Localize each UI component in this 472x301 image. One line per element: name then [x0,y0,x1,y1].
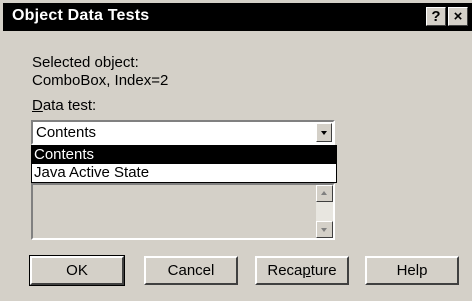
scroll-down-icon [321,228,327,232]
data-test-mnemonic: D [32,97,43,114]
object-data-tests-dialog: Object Data Tests ? × Selected object: C… [0,0,472,301]
cancel-button[interactable]: Cancel [144,256,238,285]
data-test-dropdown-list[interactable]: Contents Java Active State [31,145,337,183]
help-title-button[interactable]: ? [426,7,446,26]
recapture-mnemonic: p [302,262,311,279]
dropdown-option-contents[interactable]: Contents [32,146,336,164]
selected-object-label: Selected object: [32,54,139,71]
window-title: Object Data Tests [12,7,150,24]
dropdown-option-java-active-state[interactable]: Java Active State [32,164,336,182]
data-test-label-rest: ata test: [42,97,97,114]
scroll-down-button[interactable] [316,221,333,238]
data-test-selected-value: Contents [36,124,97,141]
dropdown-arrow-button[interactable] [316,123,332,142]
recapture-button[interactable]: Recapture [255,256,349,285]
close-title-button[interactable]: × [448,7,468,26]
data-test-label: Data test: [32,97,96,114]
close-icon: × [453,8,463,25]
results-list[interactable] [31,183,335,240]
selected-object-value: ComboBox, Index=2 [32,72,169,89]
results-scrollbar[interactable] [316,185,333,238]
recapture-label-b: ture [310,262,337,279]
recapture-label-a: Reca [267,262,303,279]
scroll-up-icon [321,191,327,195]
ok-button[interactable]: OK [29,255,125,286]
chevron-down-icon [321,131,327,135]
help-button[interactable]: Help [365,256,459,285]
scroll-up-button[interactable] [316,185,333,202]
data-test-combobox[interactable]: Contents [31,120,335,145]
title-bar[interactable]: Object Data Tests ? × [3,3,472,31]
question-icon: ? [431,8,441,25]
